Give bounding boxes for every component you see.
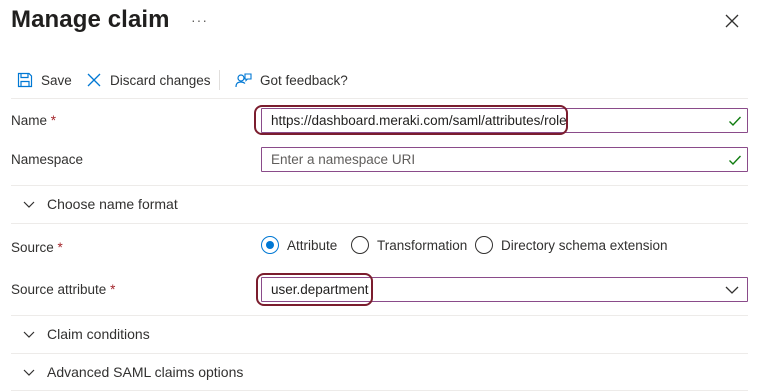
source-attribute-label-text: Source attribute [11, 282, 107, 297]
source-label-text: Source [11, 240, 54, 255]
name-input-value: https://dashboard.meraki.com/saml/attrib… [271, 113, 567, 128]
name-field[interactable]: https://dashboard.meraki.com/saml/attrib… [261, 108, 748, 133]
save-button[interactable]: Save [17, 66, 72, 94]
save-icon [17, 72, 33, 88]
discard-label: Discard changes [110, 72, 211, 88]
claim-conditions-section-label: Claim conditions [47, 326, 150, 342]
section-divider [11, 390, 748, 391]
feedback-icon [235, 72, 252, 87]
valid-check-icon [729, 116, 742, 127]
command-bar: Save Discard changes Got feedback? [0, 66, 758, 94]
advanced-saml-section-label: Advanced SAML claims options [47, 364, 244, 380]
page-title: Manage claim [11, 6, 170, 33]
source-attribute-value: user.department [271, 282, 369, 297]
namespace-label: Namespace [11, 152, 84, 167]
radio-directory-schema-extension-label: Directory schema extension [501, 237, 668, 253]
name-format-section-label: Choose name format [47, 196, 178, 212]
save-label: Save [41, 72, 72, 88]
radio-transformation-label: Transformation [377, 237, 468, 253]
namespace-field[interactable]: Enter a namespace URI [261, 147, 748, 172]
name-label: Name * [11, 113, 56, 128]
source-attribute-dropdown[interactable]: user.department [261, 277, 748, 302]
advanced-saml-section-toggle[interactable]: Advanced SAML claims options [11, 354, 748, 391]
radio-attribute-label: Attribute [287, 237, 338, 253]
namespace-placeholder: Enter a namespace URI [271, 152, 416, 167]
discard-changes-button[interactable]: Discard changes [86, 66, 211, 94]
section-divider [11, 223, 748, 224]
source-label: Source * [11, 240, 63, 255]
feedback-label: Got feedback? [260, 72, 348, 88]
toolbar-divider [219, 70, 220, 90]
toolbar-divider-line [11, 98, 748, 99]
radio-transformation[interactable]: Transformation [351, 236, 467, 254]
discard-icon [87, 73, 101, 87]
valid-check-icon [729, 155, 742, 166]
source-attribute-label: Source attribute * [11, 282, 115, 297]
name-format-section-toggle[interactable]: Choose name format [11, 186, 748, 223]
radio-unselected-icon [351, 236, 369, 254]
chevron-down-icon [23, 201, 35, 208]
radio-selected-icon [261, 236, 279, 254]
name-label-text: Name [11, 113, 48, 128]
radio-attribute[interactable]: Attribute [261, 236, 337, 254]
chevron-down-icon [23, 369, 35, 376]
more-options-button[interactable]: ··· [191, 12, 208, 28]
required-mark: * [110, 282, 116, 297]
radio-directory-schema-extension[interactable]: Directory schema extension [475, 236, 668, 254]
radio-unselected-icon [475, 236, 493, 254]
required-mark: * [50, 113, 57, 128]
required-mark: * [57, 240, 63, 255]
claim-conditions-section-toggle[interactable]: Claim conditions [11, 316, 748, 353]
chevron-down-icon [23, 331, 35, 338]
close-icon[interactable] [722, 11, 742, 31]
chevron-down-icon [725, 286, 739, 294]
feedback-button[interactable]: Got feedback? [235, 66, 348, 94]
